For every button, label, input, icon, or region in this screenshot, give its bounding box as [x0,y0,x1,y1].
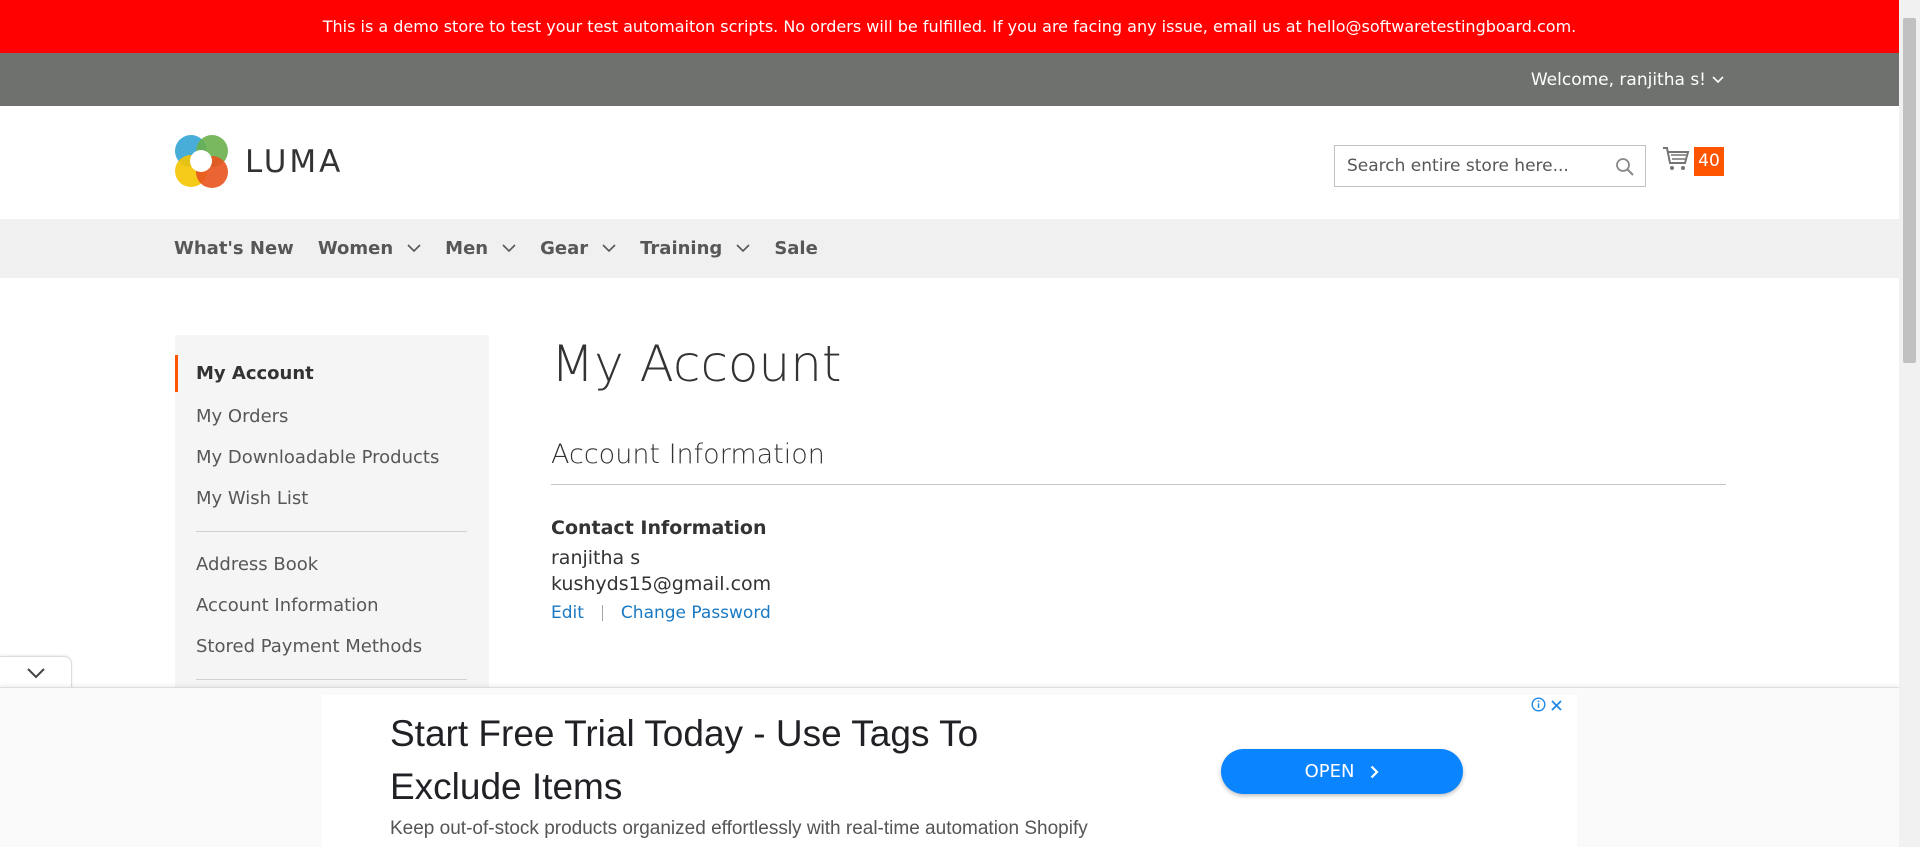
page: This is a demo store to test your test a… [0,0,1899,847]
ad-banner: Start Free Trial Today - Use Tags To Exc… [0,687,1899,847]
sidebar-item-label: Account Information [196,595,379,616]
sidebar-item-my-account[interactable]: My Account [175,355,489,392]
search-placeholder: Search entire store here... [1347,156,1569,176]
ad-headline[interactable]: Start Free Trial Today - Use Tags To Exc… [390,707,1110,813]
close-icon[interactable] [1550,697,1563,716]
ad-collapse-toggle[interactable] [0,656,72,689]
sidebar-item-label: My Orders [196,406,289,427]
chevron-down-icon [407,244,421,253]
chevron-down-icon [736,244,750,253]
nav-item-men[interactable]: Men [445,238,516,259]
edit-link[interactable]: Edit [551,603,584,623]
nav-item-gear[interactable]: Gear [540,238,616,259]
sidebar-item-label: Stored Payment Methods [196,636,423,657]
ad-content[interactable]: Start Free Trial Today - Use Tags To Exc… [322,695,1577,847]
page-title: My Account [551,335,842,393]
sidebar-item-my-wish-list[interactable]: My Wish List [175,478,489,519]
main-content: My Account Account Information Contact I… [551,335,1726,623]
site-header: LUMA Search entire store here... 40 [0,106,1899,219]
nav-item-label: Men [445,238,489,259]
chevron-down-icon [1712,74,1724,86]
nav-item-training[interactable]: Training [640,238,750,259]
demo-notice-bar: This is a demo store to test your test a… [0,0,1899,53]
nav-item-label: Women [317,238,394,259]
search-input[interactable]: Search entire store here... [1334,145,1646,187]
ad-open-label: OPEN [1304,761,1355,782]
sidebar-item-label: Address Book [196,554,319,575]
sidebar-item-label: My Account [196,363,314,384]
nav-item-whats-new[interactable]: What's New [174,238,294,259]
section-title-account-information: Account Information [551,439,1726,485]
welcome-menu[interactable]: Welcome, ranjitha s! [1531,70,1724,90]
account-sidebar: My Account My Orders My Downloadable Pro… [175,335,489,735]
chevron-down-icon [26,664,45,683]
chevron-down-icon [502,244,516,253]
nav-item-label: Sale [774,238,818,259]
welcome-text: Welcome, ranjitha s! [1530,69,1706,90]
sidebar-item-stored-payment-methods[interactable]: Stored Payment Methods [175,626,489,667]
customer-email: kushyds15@gmail.com [551,573,772,595]
page-scrollbar[interactable] [1899,0,1920,847]
customer-name: ranjitha s [551,547,641,569]
cart-icon [1662,146,1690,176]
action-divider [601,605,603,621]
sidebar-item-label: My Wish List [196,488,309,509]
nav-item-label: Gear [540,238,589,259]
demo-notice-text: This is a demo store to test your test a… [322,17,1577,36]
ad-description: Keep out-of-stock products organized eff… [390,818,1088,839]
sidebar-item-my-orders[interactable]: My Orders [175,396,489,437]
change-password-link[interactable]: Change Password [621,603,771,623]
scrollbar-thumb[interactable] [1903,18,1916,363]
nav-item-label: Training [640,238,723,259]
sidebar-item-label: My Downloadable Products [196,447,440,468]
ad-open-button[interactable]: OPEN [1221,749,1463,794]
logo-text: LUMA [245,144,344,180]
sidebar-item-my-downloadable-products[interactable]: My Downloadable Products [175,437,489,478]
sidebar-item-address-book[interactable]: Address Book [175,544,489,585]
luma-logo-icon [175,135,228,188]
sidebar-item-account-information[interactable]: Account Information [175,585,489,626]
sidebar-divider [196,531,467,532]
nav-item-sale[interactable]: Sale [774,238,818,259]
chevron-right-icon [1370,765,1379,779]
ad-choices [1531,697,1563,716]
cart-count-badge: 40 [1694,146,1724,176]
nav-item-women[interactable]: Women [318,238,421,259]
sidebar-divider [196,679,467,680]
contact-information-title: Contact Information [551,517,767,539]
header-panel: Welcome, ranjitha s! [0,53,1899,106]
main-navigation: What's New Women Men Gear Training Sale [0,219,1899,278]
search-icon[interactable] [1615,157,1635,182]
logo[interactable]: LUMA [174,133,343,191]
chevron-down-icon [602,244,616,253]
nav-item-label: What's New [174,238,294,259]
contact-actions: Edit Change Password [551,603,1726,623]
ad-info-icon[interactable] [1531,697,1546,716]
minicart[interactable]: 40 [1662,146,1724,176]
